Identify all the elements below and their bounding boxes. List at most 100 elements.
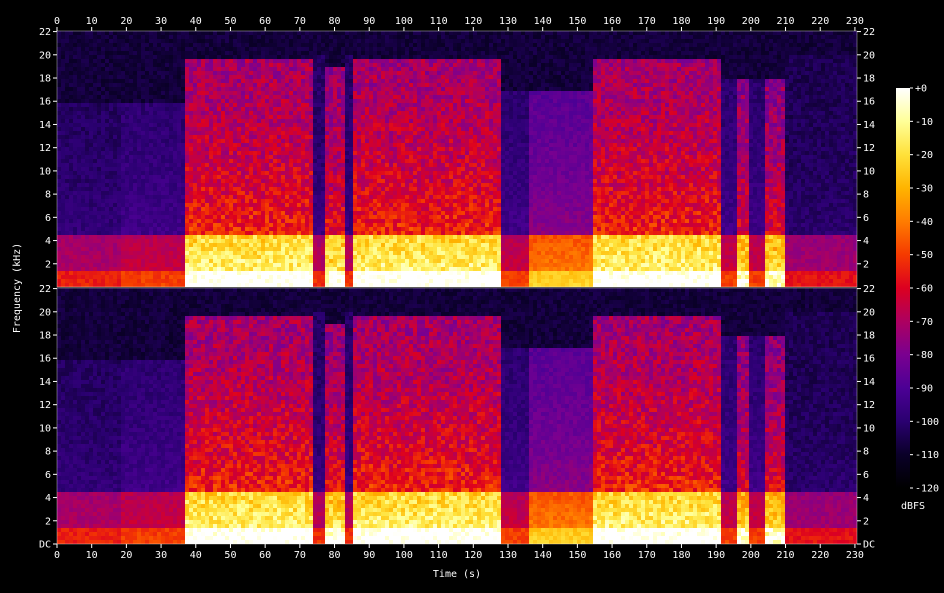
- spectrogram-cell: [157, 187, 161, 191]
- spectrogram-cell: [329, 127, 333, 131]
- spectrogram-cell: [137, 39, 141, 43]
- spectrogram-cell: [61, 203, 65, 207]
- spectrogram-cell: [213, 123, 217, 127]
- spectrogram-cell: [217, 215, 221, 219]
- spectrogram-cell: [169, 123, 173, 127]
- spectrogram-cell: [149, 255, 153, 259]
- spectrogram-cell: [97, 59, 101, 63]
- spectrogram-cell: [345, 211, 349, 215]
- spectrogram-cell: [229, 243, 233, 247]
- spectrogram-cell: [197, 43, 201, 47]
- spectrogram-cell: [153, 107, 157, 111]
- spectrogram-cell: [277, 271, 281, 275]
- spectrogram-cell: [69, 107, 73, 111]
- spectrogram-cell: [181, 179, 185, 183]
- spectrogram-cell: [273, 247, 277, 251]
- spectrogram-cell: [321, 135, 325, 139]
- spectrogram-cell: [177, 159, 181, 163]
- spectrogram-cell: [329, 259, 333, 263]
- spectrogram-cell: [349, 255, 353, 259]
- spectrogram-cell: [225, 207, 229, 211]
- spectrogram-cell: [285, 251, 289, 255]
- spectrogram-cell: [97, 215, 101, 219]
- spectrogram-cell: [313, 211, 317, 215]
- spectrogram-cell: [109, 95, 113, 99]
- spectrogram-cell: [245, 175, 249, 179]
- spectrogram-cell: [161, 179, 165, 183]
- spectrogram-cell: [313, 35, 317, 39]
- spectrogram-cell: [169, 203, 173, 207]
- spectrogram-cell: [341, 175, 345, 179]
- spectrogram-cell: [97, 219, 101, 223]
- spectrogram-cell: [65, 107, 69, 111]
- spectrogram-cell: [153, 283, 157, 287]
- spectrogram-cell: [153, 139, 157, 143]
- spectrogram-cell: [245, 91, 249, 95]
- spectrogram-cell: [337, 111, 341, 115]
- spectrogram-cell: [181, 143, 185, 147]
- spectrogram-cell: [249, 55, 253, 59]
- spectrogram-cell: [285, 235, 289, 239]
- spectrogram-cell: [265, 235, 269, 239]
- spectrogram-cell: [289, 151, 293, 155]
- spectrogram-cell: [129, 71, 133, 75]
- spectrogram-cell: [121, 51, 125, 55]
- spectrogram-cell: [77, 239, 81, 243]
- spectrogram-cell: [97, 279, 101, 283]
- spectrogram-cell: [145, 103, 149, 107]
- spectrogram-cell: [177, 227, 181, 231]
- spectrogram-cell: [173, 59, 177, 63]
- spectrogram-cell: [169, 111, 173, 115]
- spectrogram-cell: [221, 203, 225, 207]
- spectrogram-cell: [173, 95, 177, 99]
- spectrogram-cell: [185, 251, 189, 255]
- spectrogram-cell: [201, 231, 205, 235]
- spectrogram-cell: [89, 199, 93, 203]
- spectrogram-cell: [65, 211, 69, 215]
- spectrogram-cell: [129, 103, 133, 107]
- spectrogram-cell: [281, 111, 285, 115]
- spectrogram-cell: [125, 235, 129, 239]
- spectrogram-cell: [141, 235, 145, 239]
- spectrogram-cell: [249, 231, 253, 235]
- spectrogram-cell: [197, 235, 201, 239]
- spectrogram-cell: [205, 259, 209, 263]
- spectrogram-cell: [217, 231, 221, 235]
- spectrogram-cell: [141, 75, 145, 79]
- spectrogram-cell: [277, 251, 281, 255]
- spectrogram-cell: [293, 251, 297, 255]
- spectrogram-cell: [105, 79, 109, 83]
- spectrogram-cell: [97, 275, 101, 279]
- spectrogram-cell: [77, 259, 81, 263]
- spectrogram-cell: [341, 87, 345, 91]
- spectrogram-cell: [137, 43, 141, 47]
- spectrogram-cell: [297, 259, 301, 263]
- spectrogram-cell: [285, 203, 289, 207]
- spectrogram-cell: [109, 123, 113, 127]
- spectrogram-cell: [157, 255, 161, 259]
- spectrogram-cell: [173, 111, 177, 115]
- spectrogram-cell: [237, 199, 241, 203]
- spectrogram-cell: [117, 139, 121, 143]
- spectrogram-cell: [349, 199, 353, 203]
- spectrogram-cell: [165, 119, 169, 123]
- spectrogram-cell: [57, 179, 61, 183]
- spectrogram-cell: [153, 127, 157, 131]
- spectrogram-cell: [77, 187, 81, 191]
- spectrogram-cell: [197, 195, 201, 199]
- spectrogram-cell: [249, 235, 253, 239]
- spectrogram-cell: [181, 67, 185, 71]
- spectrogram-cell: [281, 47, 285, 51]
- spectrogram-cell: [257, 179, 261, 183]
- spectrogram-column: [253, 31, 257, 287]
- spectrogram-cell: [57, 271, 61, 275]
- spectrogram-cell: [281, 39, 285, 43]
- spectrogram-cell: [65, 231, 69, 235]
- spectrogram-cell: [205, 107, 209, 111]
- spectrogram-cell: [57, 215, 61, 219]
- spectrogram-cell: [253, 283, 257, 287]
- spectrogram-cell: [133, 143, 137, 147]
- spectrogram-cell: [317, 239, 321, 243]
- spectrogram-cell: [305, 119, 309, 123]
- spectrogram-cell: [193, 243, 197, 247]
